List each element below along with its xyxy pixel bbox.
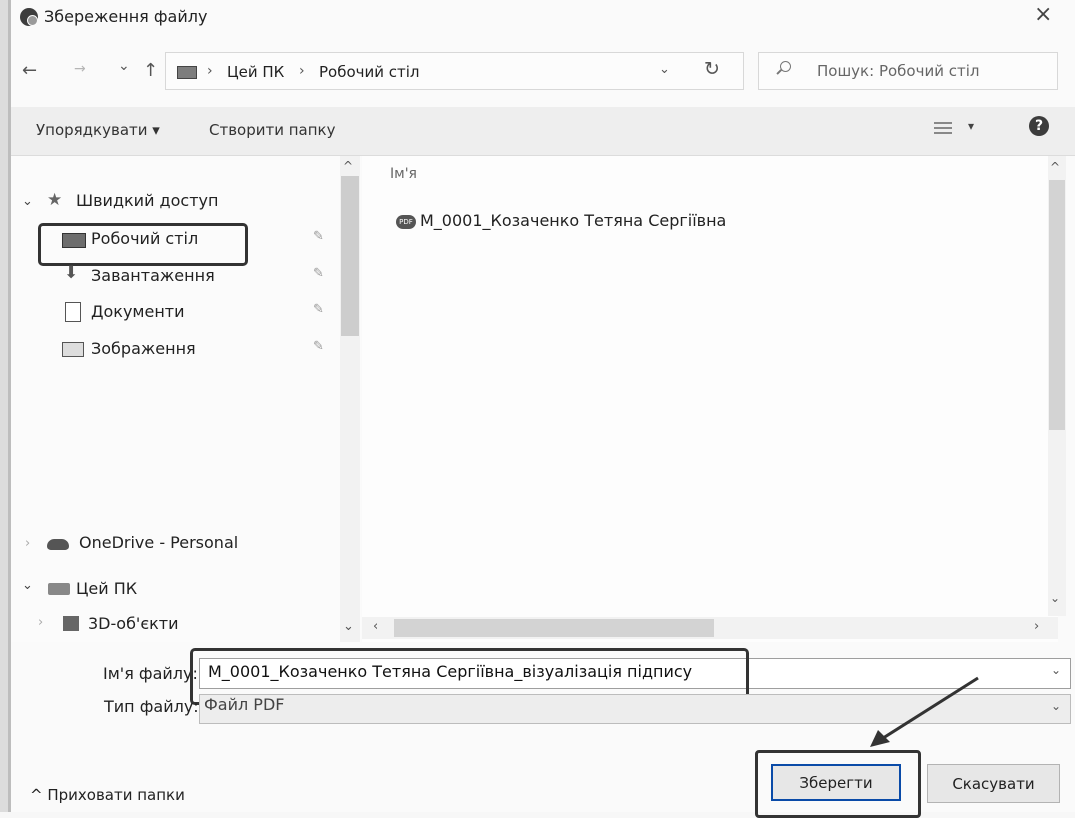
save-button[interactable]: Зберегти bbox=[771, 764, 901, 801]
sidebar-item-this-pc[interactable]: Цей ПК bbox=[76, 579, 137, 598]
filename-label: Ім'я файлу: bbox=[103, 664, 198, 683]
filename-dropdown-icon[interactable]: ⌄ bbox=[1051, 663, 1061, 677]
desktop-highlight-frame bbox=[38, 223, 248, 266]
cube-icon bbox=[63, 616, 79, 631]
sidebar-item-documents[interactable]: Документи bbox=[91, 302, 185, 321]
scroll-right-icon[interactable]: › bbox=[1034, 619, 1039, 634]
breadcrumb-separator-icon: › bbox=[299, 63, 305, 79]
breadcrumb-this-pc[interactable]: Цей ПК bbox=[227, 63, 284, 81]
forward-arrow-icon[interactable]: → bbox=[74, 61, 86, 77]
app-icon bbox=[20, 8, 38, 26]
expand-chevron-icon[interactable]: ⌄ bbox=[22, 578, 33, 593]
back-arrow-icon[interactable]: ← bbox=[22, 60, 37, 81]
filetype-dropdown-icon[interactable]: ⌄ bbox=[1051, 699, 1061, 713]
expand-chevron-icon[interactable]: ⌄ bbox=[22, 194, 33, 209]
sidebar-item-onedrive[interactable]: OneDrive - Personal bbox=[79, 533, 238, 552]
filetype-label: Тип файлу: bbox=[104, 697, 199, 716]
scan-edge bbox=[0, 0, 8, 812]
recent-locations-chevron-icon[interactable]: ⌄ bbox=[118, 58, 130, 74]
annotation-arrow-icon bbox=[870, 676, 979, 747]
new-folder-button[interactable]: Створити папку bbox=[209, 121, 336, 139]
breadcrumb-desktop[interactable]: Робочий стіл bbox=[319, 63, 420, 81]
address-dropdown-icon[interactable]: ⌄ bbox=[659, 62, 670, 77]
search-icon bbox=[780, 61, 791, 72]
organize-button[interactable]: Упорядкувати ▾ bbox=[36, 121, 160, 139]
up-arrow-icon[interactable]: ↑ bbox=[143, 60, 158, 81]
pin-icon[interactable]: ✎ bbox=[313, 339, 324, 354]
scroll-left-icon[interactable]: ‹ bbox=[373, 619, 378, 634]
view-options-icon[interactable] bbox=[934, 122, 952, 136]
search-placeholder: Пошук: Робочий стіл bbox=[817, 62, 980, 80]
picture-icon bbox=[62, 342, 84, 357]
breadcrumb-separator-icon: › bbox=[207, 63, 213, 79]
pin-icon[interactable]: ✎ bbox=[313, 302, 324, 317]
scroll-down-icon[interactable]: ⌄ bbox=[343, 619, 354, 634]
list-item[interactable]: PDF M_0001_Козаченко Тетяна Сергіївна bbox=[396, 211, 726, 230]
refresh-icon[interactable]: ↻ bbox=[704, 58, 720, 80]
sidebar-item-3d-objects[interactable]: 3D-об'єкти bbox=[88, 614, 179, 633]
window-title: Збереження файлу bbox=[44, 7, 208, 26]
collapse-chevron-icon[interactable]: › bbox=[38, 615, 43, 630]
view-dropdown-icon[interactable]: ▾ bbox=[968, 119, 974, 133]
cancel-button[interactable]: Скасувати bbox=[927, 764, 1060, 803]
hide-folders-button[interactable]: ^ Приховати папки bbox=[30, 786, 185, 804]
sidebar-item-pictures[interactable]: Зображення bbox=[91, 339, 196, 358]
command-bar bbox=[11, 107, 1075, 156]
scroll-up-icon[interactable]: ^ bbox=[1050, 160, 1060, 174]
column-header-name[interactable]: Ім'я bbox=[390, 166, 417, 182]
star-icon: ★ bbox=[47, 190, 63, 210]
computer-icon bbox=[48, 583, 70, 595]
document-icon bbox=[65, 302, 81, 322]
file-name: M_0001_Козаченко Тетяна Сергіївна bbox=[420, 211, 727, 230]
sidebar-item-quick-access[interactable]: Швидкий доступ bbox=[76, 191, 218, 210]
collapse-chevron-icon[interactable]: › bbox=[25, 536, 30, 551]
pin-icon[interactable]: ✎ bbox=[313, 266, 324, 281]
filetype-value[interactable]: Файл PDF bbox=[204, 695, 284, 714]
sidebar-item-downloads[interactable]: Завантаження bbox=[91, 266, 215, 285]
vertical-scroll-thumb[interactable] bbox=[1049, 180, 1065, 430]
help-icon[interactable]: ? bbox=[1029, 116, 1049, 136]
cloud-icon bbox=[47, 539, 69, 550]
download-icon: ⬇ bbox=[64, 263, 79, 283]
navigation-scroll-thumb[interactable] bbox=[341, 176, 359, 336]
scroll-up-icon[interactable]: ^ bbox=[343, 159, 353, 173]
file-icon: PDF bbox=[396, 214, 416, 229]
pin-icon[interactable]: ✎ bbox=[313, 229, 324, 244]
scroll-down-icon[interactable]: ⌄ bbox=[1050, 591, 1060, 605]
horizontal-scroll-thumb[interactable] bbox=[394, 619, 714, 637]
close-icon[interactable]: × bbox=[1034, 2, 1052, 27]
computer-icon bbox=[177, 66, 197, 79]
